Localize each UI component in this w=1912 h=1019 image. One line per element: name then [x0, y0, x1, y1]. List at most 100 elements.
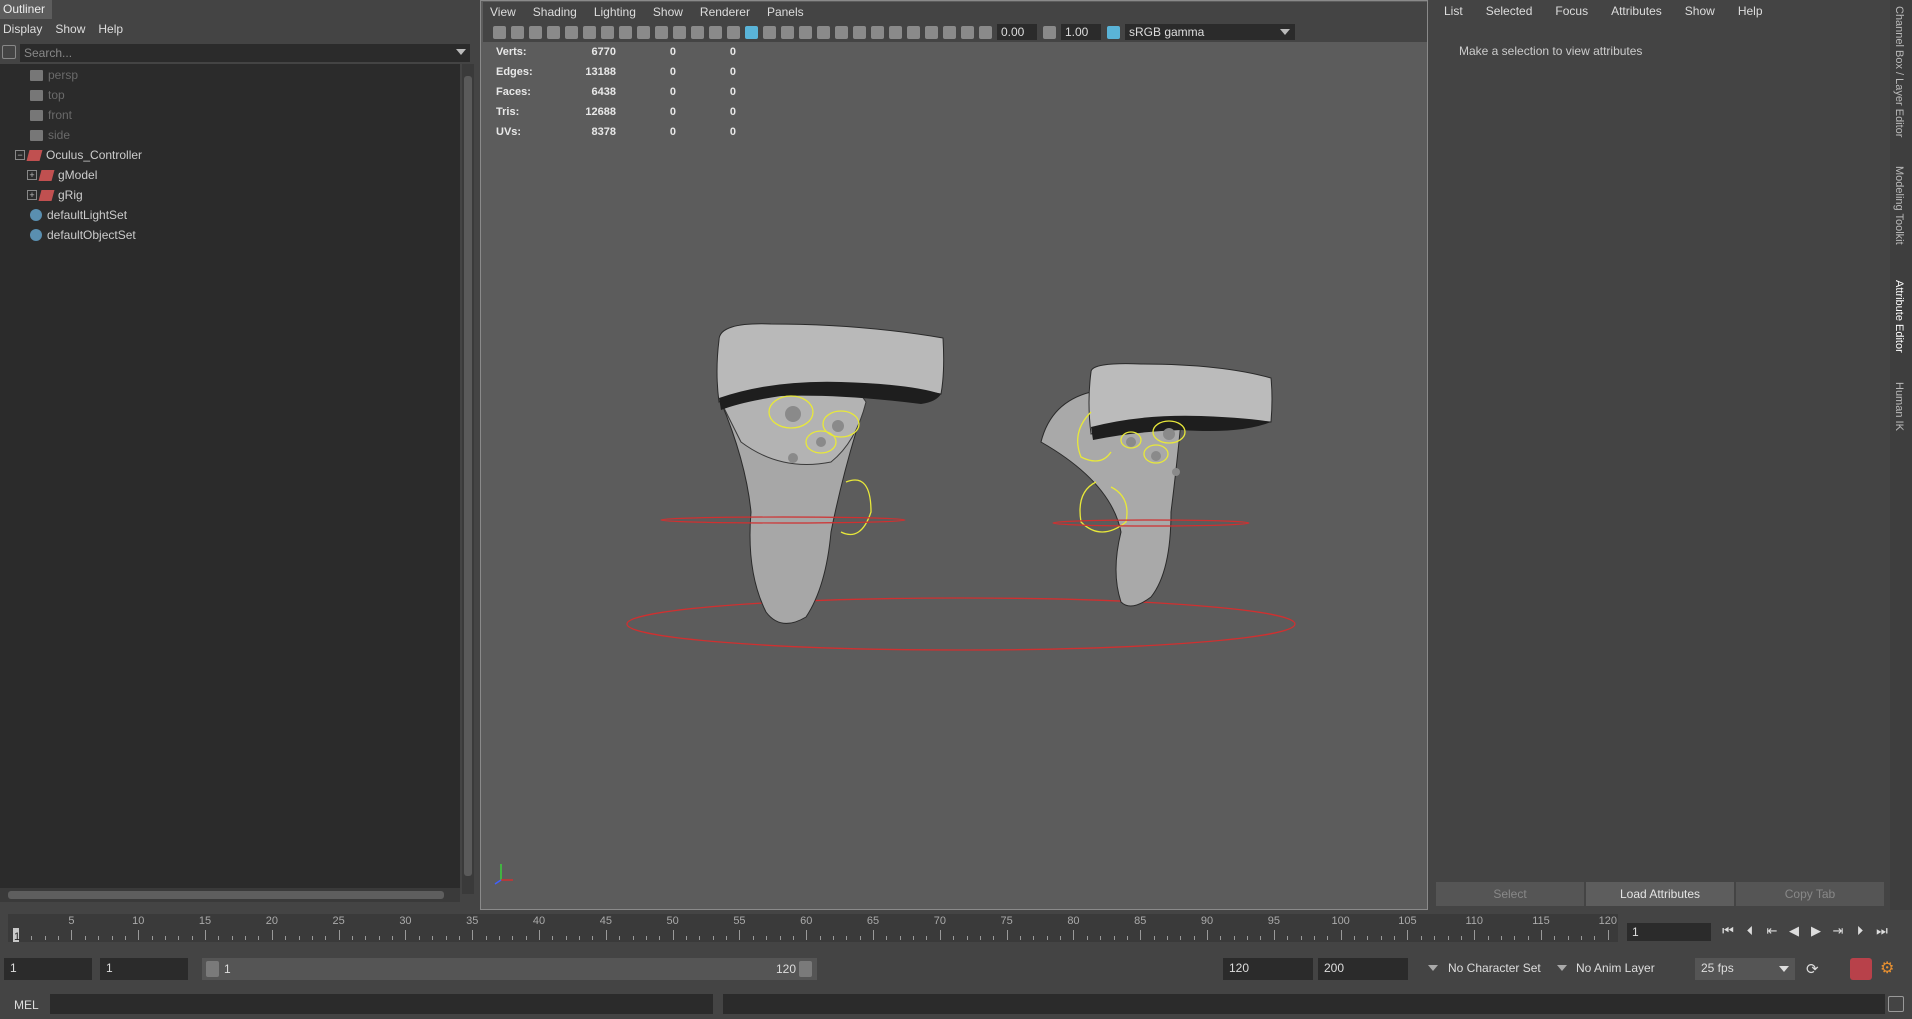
- gate-mask-icon[interactable]: [655, 25, 668, 39]
- collapse-icon[interactable]: −: [15, 150, 25, 160]
- character-set-menu-icon[interactable]: [1428, 965, 1438, 971]
- smooth-shade-icon[interactable]: [745, 25, 758, 39]
- script-editor-icon[interactable]: [1888, 996, 1904, 1012]
- select-camera-icon[interactable]: [493, 25, 506, 39]
- range-start-handle[interactable]: [206, 961, 219, 977]
- range-end-handle[interactable]: [799, 961, 812, 977]
- playback-start-field[interactable]: 1: [100, 958, 188, 980]
- tree-item-top[interactable]: top: [30, 86, 65, 104]
- viewport-menu-renderer[interactable]: Renderer: [700, 5, 750, 19]
- select-button[interactable]: Select: [1436, 882, 1584, 906]
- wireframe-on-shaded-icon[interactable]: [763, 25, 776, 39]
- character-set-field[interactable]: No Character Set: [1442, 958, 1560, 980]
- main-control-ring[interactable]: [626, 597, 1296, 651]
- textured-icon[interactable]: [781, 25, 794, 39]
- command-language-label[interactable]: MEL: [14, 998, 39, 1012]
- step-back-frame-icon[interactable]: ⏴: [1742, 924, 1758, 938]
- attr-menu-show[interactable]: Show: [1685, 4, 1715, 18]
- play-backwards-icon[interactable]: ◀: [1786, 924, 1802, 938]
- load-attributes-button[interactable]: Load Attributes: [1586, 882, 1734, 906]
- viewport-menu-panels[interactable]: Panels: [767, 5, 804, 19]
- anim-layer-menu-icon[interactable]: [1557, 965, 1567, 971]
- viewport-menu-show[interactable]: Show: [653, 5, 683, 19]
- attr-menu-focus[interactable]: Focus: [1555, 4, 1588, 18]
- fps-dropdown[interactable]: 25 fps: [1695, 958, 1795, 980]
- exposure-icon[interactable]: [979, 25, 992, 39]
- depth-of-field-icon[interactable]: [889, 25, 902, 39]
- xray-icon[interactable]: [925, 25, 938, 39]
- colorspace-dropdown[interactable]: sRGB gamma: [1125, 24, 1295, 40]
- tab-modeling-toolkit[interactable]: Modeling Toolkit: [1893, 166, 1905, 245]
- backface-culling-icon[interactable]: [961, 25, 974, 39]
- viewport-menu-lighting[interactable]: Lighting: [594, 5, 636, 19]
- tree-item-defaultlightset[interactable]: defaultLightSet: [30, 206, 127, 224]
- tree-item-front[interactable]: front: [30, 106, 72, 124]
- motion-blur-icon[interactable]: [853, 25, 866, 39]
- screen-space-ao-icon[interactable]: [835, 25, 848, 39]
- wireframe-icon[interactable]: [727, 25, 740, 39]
- outliner-menu-show[interactable]: Show: [55, 22, 85, 36]
- command-input[interactable]: [50, 994, 713, 1014]
- tree-item-defaultobjectset[interactable]: defaultObjectSet: [30, 226, 136, 244]
- tab-channel-box[interactable]: Channel Box / Layer Editor: [1893, 6, 1905, 137]
- exposure-field[interactable]: 0.00: [997, 24, 1037, 40]
- copy-tab-button[interactable]: Copy Tab: [1736, 882, 1884, 906]
- tab-attribute-editor[interactable]: Attribute Editor: [1893, 280, 1905, 353]
- animation-start-field[interactable]: 1: [4, 958, 92, 980]
- left-controller-mesh[interactable]: [660, 323, 945, 624]
- current-frame-field[interactable]: 1: [1627, 923, 1711, 941]
- auto-key-icon[interactable]: [1850, 958, 1872, 980]
- step-back-key-icon[interactable]: ⇤: [1764, 924, 1780, 938]
- grid-icon[interactable]: [601, 25, 614, 39]
- camera-attributes-icon[interactable]: [511, 25, 524, 39]
- tree-item-oculus-controller[interactable]: − Oculus_Controller: [15, 146, 142, 164]
- expand-icon[interactable]: +: [27, 190, 37, 200]
- playback-end-field[interactable]: 120: [1223, 958, 1313, 980]
- anim-layer-field[interactable]: No Anim Layer: [1570, 958, 1670, 980]
- viewport-menu-view[interactable]: View: [490, 5, 516, 19]
- outliner-horizontal-scroll-thumb[interactable]: [8, 891, 444, 899]
- bookmarks-icon[interactable]: [529, 25, 542, 39]
- xray-joints-icon[interactable]: [943, 25, 956, 39]
- animation-end-field[interactable]: 200: [1318, 958, 1408, 980]
- trigger-ctrl-left[interactable]: [840, 479, 872, 536]
- outliner-title-tab[interactable]: Outliner: [0, 0, 52, 19]
- film-gate-icon[interactable]: [619, 25, 632, 39]
- shadows-icon[interactable]: [817, 25, 830, 39]
- go-to-start-icon[interactable]: ⏮: [1720, 924, 1736, 938]
- tab-human-ik[interactable]: Human IK: [1893, 382, 1905, 431]
- viewport-scene[interactable]: [481, 42, 1427, 908]
- isolate-select-icon[interactable]: [907, 25, 920, 39]
- right-controller-mesh[interactable]: [1040, 363, 1273, 607]
- tree-item-grig[interactable]: + gRig: [27, 186, 83, 204]
- play-forwards-icon[interactable]: ▶: [1808, 924, 1824, 938]
- color-management-icon[interactable]: [1107, 25, 1120, 39]
- image-plane-icon[interactable]: [547, 25, 560, 39]
- time-slider[interactable]: [8, 914, 1618, 942]
- viewport-menu-shading[interactable]: Shading: [533, 5, 577, 19]
- use-all-lights-icon[interactable]: [799, 25, 812, 39]
- outliner-menu-help[interactable]: Help: [98, 22, 123, 36]
- attr-menu-help[interactable]: Help: [1738, 4, 1763, 18]
- outliner-search-input[interactable]: Search...: [20, 44, 470, 62]
- gamma-field[interactable]: 1.00: [1061, 24, 1101, 40]
- attr-menu-selected[interactable]: Selected: [1486, 4, 1533, 18]
- outliner-vertical-scroll-thumb[interactable]: [464, 76, 472, 876]
- multisample-aa-icon[interactable]: [871, 25, 884, 39]
- safe-action-icon[interactable]: [691, 25, 704, 39]
- attr-menu-attributes[interactable]: Attributes: [1611, 4, 1662, 18]
- tree-item-persp[interactable]: persp: [30, 66, 78, 84]
- outliner-menu-display[interactable]: Display: [3, 22, 42, 36]
- gamma-icon[interactable]: [1043, 25, 1056, 39]
- step-forward-key-icon[interactable]: ⇥: [1830, 924, 1846, 938]
- loop-icon[interactable]: ⟳: [1806, 960, 1826, 978]
- search-dropdown-icon[interactable]: [456, 49, 466, 55]
- range-slider[interactable]: [202, 958, 817, 980]
- tree-item-side[interactable]: side: [30, 126, 70, 144]
- resolution-gate-icon[interactable]: [637, 25, 650, 39]
- 2d-pan-zoom-icon[interactable]: [565, 25, 578, 39]
- anim-prefs-icon[interactable]: ⚙: [1880, 958, 1902, 980]
- go-to-end-icon[interactable]: ⏭: [1874, 924, 1890, 938]
- expand-icon[interactable]: +: [27, 170, 37, 180]
- search-filter-icon[interactable]: [2, 45, 16, 59]
